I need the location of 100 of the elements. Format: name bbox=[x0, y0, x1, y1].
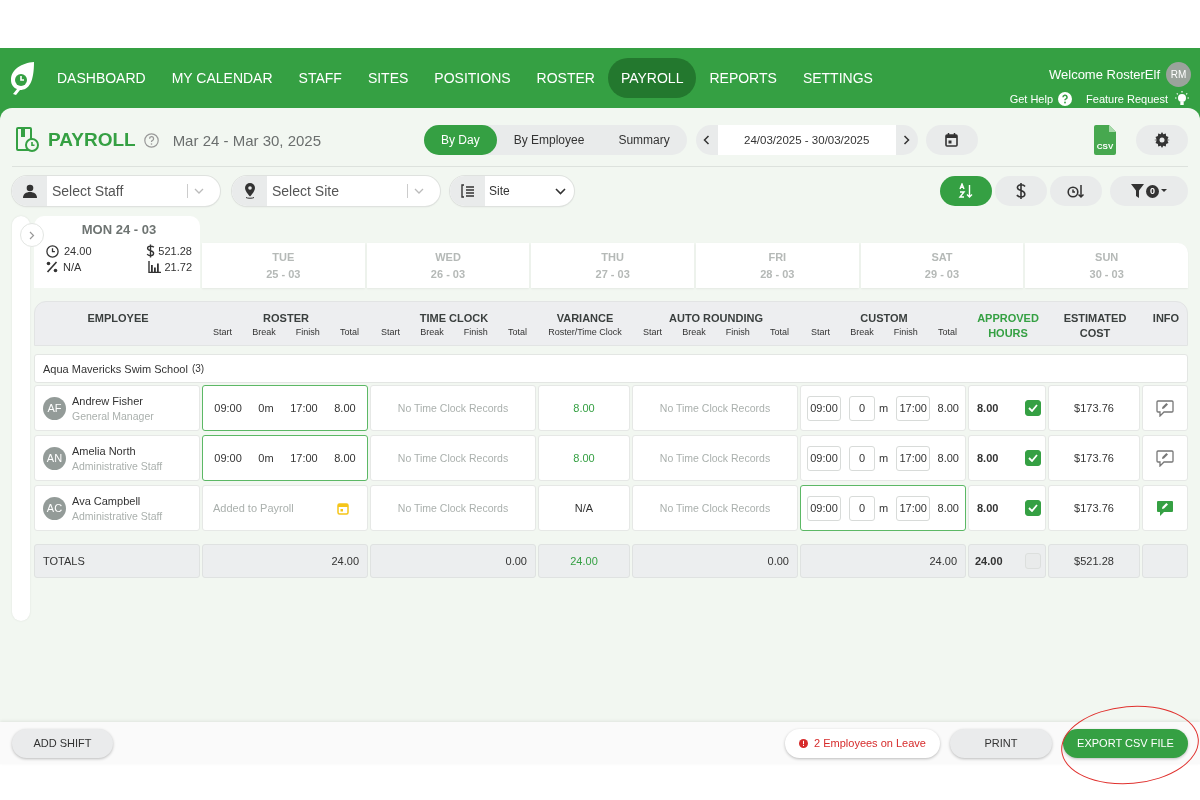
date-range-field[interactable]: 24/03/2025 - 30/03/2025 bbox=[717, 125, 896, 155]
total-cell: 0.00 bbox=[632, 544, 798, 578]
day-date: 30 - 03 bbox=[1089, 268, 1124, 280]
column-subheader: Break bbox=[682, 327, 706, 337]
group-by-select[interactable]: Site bbox=[450, 176, 574, 206]
custom-total: 8.00 bbox=[937, 402, 959, 414]
roster-note: Added to Payroll bbox=[213, 502, 294, 514]
day-stat: 24.00 bbox=[64, 245, 92, 257]
roster-cell[interactable]: 09:00 0m 17:00 8.00 bbox=[202, 435, 368, 481]
break-unit: m bbox=[879, 502, 889, 514]
roster-start: 09:00 bbox=[214, 402, 242, 414]
break-unit: m bbox=[879, 452, 889, 464]
day-date: 27 - 03 bbox=[595, 268, 630, 280]
print-button[interactable]: PRINT bbox=[950, 728, 1052, 758]
employees-on-leave-button[interactable]: 2 Employees on Leave bbox=[785, 728, 940, 758]
finish-time-field[interactable]: 17:00 bbox=[896, 495, 931, 521]
start-time-field[interactable]: 09:00 bbox=[807, 395, 841, 421]
cost-cell: $173.76 bbox=[1048, 485, 1140, 531]
column-subheader: Start bbox=[381, 327, 401, 337]
staff-filter[interactable]: Select Staff bbox=[12, 176, 220, 206]
break-field[interactable]: 0 bbox=[849, 495, 875, 521]
day-name: SUN bbox=[1095, 251, 1119, 263]
day-date: 28 - 03 bbox=[760, 268, 795, 280]
custom-total: 8.00 bbox=[937, 452, 959, 464]
roster-cell[interactable]: 09:00 0m 17:00 8.00 bbox=[202, 385, 368, 431]
column-header: EMPLOYEE bbox=[87, 311, 149, 326]
column-header: AUTO ROUNDING bbox=[669, 311, 763, 326]
totals-label: TOTALS bbox=[34, 544, 200, 578]
day-date: 26 - 03 bbox=[430, 268, 466, 280]
column-header: CUSTOM bbox=[860, 311, 908, 326]
roster-break: 0m bbox=[258, 402, 274, 414]
employee-name: Andrew Fisher bbox=[72, 394, 144, 407]
column-header: VARIANCE bbox=[556, 311, 614, 326]
auto-rounding-cell: No Time Clock Records bbox=[632, 435, 798, 481]
employee-name: Amelia North bbox=[72, 444, 137, 457]
break-field[interactable]: 0 bbox=[849, 395, 875, 421]
column-subheader: Total bbox=[339, 327, 359, 337]
roster-finish: 17:00 bbox=[290, 452, 318, 464]
total-cell: 24.00 bbox=[538, 544, 630, 578]
group-name: Aqua Mavericks Swim School bbox=[43, 362, 188, 375]
approved-hours: 8.00 bbox=[977, 402, 999, 414]
employee-position: Administrative Staff bbox=[72, 459, 163, 472]
column-header: APPROVED HOURS bbox=[976, 311, 1040, 341]
total-cell: 24.00 bbox=[800, 544, 966, 578]
time-clock-cell: No Time Clock Records bbox=[370, 485, 536, 531]
day-name: SAT bbox=[931, 251, 953, 263]
view-tab[interactable]: Summary bbox=[601, 125, 687, 155]
start-time-field[interactable]: 09:00 bbox=[807, 445, 841, 471]
total-cell: 24.00 bbox=[202, 544, 368, 578]
roster-start: 09:00 bbox=[214, 452, 242, 464]
column-subheader: Start bbox=[213, 327, 233, 337]
column-subheader: Break bbox=[420, 327, 444, 337]
column-subheader: Break bbox=[252, 327, 276, 337]
column-subheader: Start bbox=[643, 327, 663, 337]
auto-rounding-cell: No Time Clock Records bbox=[632, 485, 798, 531]
total-cell: $521.28 bbox=[1048, 544, 1140, 578]
auto-rounding-cell: No Time Clock Records bbox=[632, 385, 798, 431]
site-search-field[interactable]: Select Site bbox=[267, 176, 407, 206]
group-row[interactable]: Aqua Mavericks Swim School (3) bbox=[34, 354, 1188, 383]
day-name: WED bbox=[435, 251, 461, 263]
total-cell: 0.00 bbox=[370, 544, 536, 578]
column-subheader: Total bbox=[937, 327, 957, 337]
filter-button[interactable]: 0 bbox=[1110, 176, 1188, 206]
site-filter[interactable]: Select Site bbox=[232, 176, 440, 206]
cost-cell: $173.76 bbox=[1048, 435, 1140, 481]
finish-time-field[interactable]: 17:00 bbox=[896, 445, 931, 471]
staff-search-field[interactable]: Select Staff bbox=[47, 176, 187, 206]
nav-tab[interactable]: PAYROLL bbox=[607, 58, 697, 98]
variance-cell: 8.00 bbox=[538, 435, 630, 481]
employee-position: Administrative Staff bbox=[72, 509, 163, 522]
employee-avatar: AC bbox=[43, 496, 66, 520]
day-label: MON 24 - 03 bbox=[81, 222, 157, 237]
time-clock-cell: No Time Clock Records bbox=[370, 435, 536, 481]
column-header: ROSTER bbox=[263, 311, 309, 326]
day-name: THU bbox=[601, 251, 624, 263]
break-field[interactable]: 0 bbox=[849, 445, 875, 471]
approved-hours: 8.00 bbox=[977, 502, 999, 514]
day-card[interactable]: MON 24 - 03 24.00 521.28 N/A 21.72 bbox=[34, 216, 200, 288]
day-stat: 521.28 bbox=[158, 245, 192, 257]
column-header: INFO bbox=[1152, 311, 1180, 326]
employee-name: Ava Campbell bbox=[72, 494, 142, 507]
start-time-field[interactable]: 09:00 bbox=[807, 495, 841, 521]
employee-avatar: AF bbox=[43, 396, 66, 420]
column-subheader: Finish bbox=[295, 327, 320, 337]
total-approved-hours: 24.00 bbox=[975, 555, 1003, 567]
column-header: TIME CLOCK bbox=[419, 311, 489, 326]
column-header: ESTIMATED COST bbox=[1062, 311, 1128, 341]
finish-time-field[interactable]: 17:00 bbox=[896, 395, 931, 421]
day-date: 25 - 03 bbox=[266, 268, 301, 280]
add-shift-button[interactable]: ADD SHIFT bbox=[12, 728, 113, 758]
column-subheader: Finish bbox=[893, 327, 918, 337]
page-title: PAYROLL bbox=[48, 129, 136, 151]
filter-count-badge: 0 bbox=[1146, 184, 1159, 198]
roster-total: 8.00 bbox=[334, 402, 356, 414]
variance-cell: 8.00 bbox=[538, 385, 630, 431]
view-tab[interactable]: By Employee bbox=[496, 125, 602, 155]
column-subheader: Roster/Time Clock bbox=[548, 327, 622, 337]
csv-label: CSV bbox=[1095, 142, 1115, 151]
employee-avatar: AN bbox=[43, 446, 66, 470]
roster-break: 0m bbox=[258, 452, 274, 464]
